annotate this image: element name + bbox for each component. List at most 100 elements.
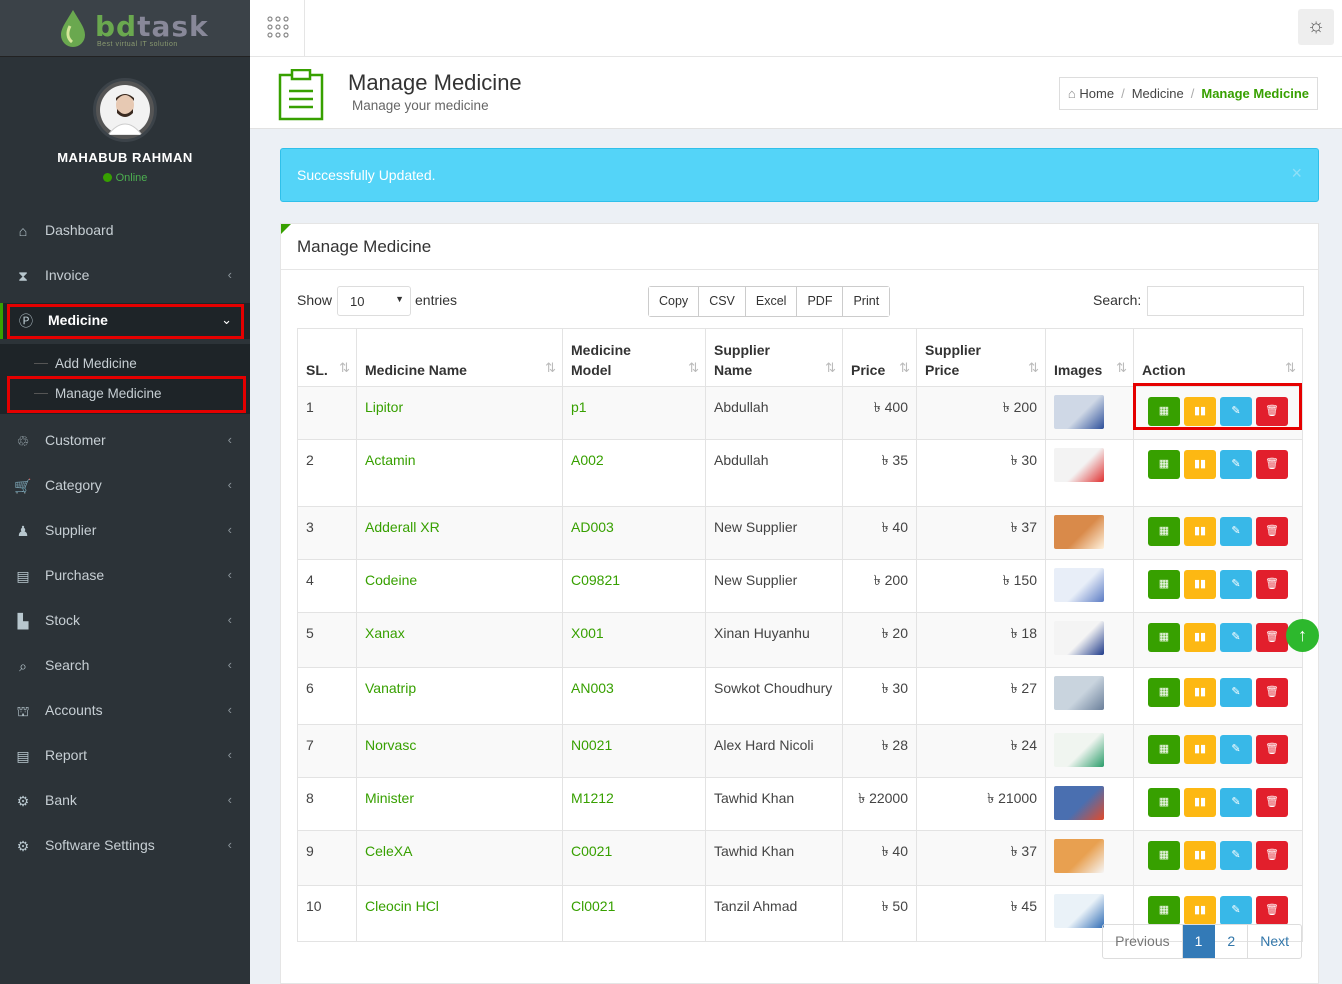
barcode-button[interactable]: ▦ — [1148, 450, 1180, 479]
barcode-button[interactable]: ▦ — [1148, 678, 1180, 707]
cell-medicine-name[interactable]: Norvasc — [356, 724, 563, 778]
edit-button[interactable]: ✎ — [1220, 788, 1252, 817]
cell-medicine-model[interactable]: A002 — [562, 439, 706, 507]
delete-button[interactable]: 🗑 — [1256, 678, 1288, 707]
print-button[interactable]: Print — [843, 287, 890, 316]
page-1-button[interactable]: 1 — [1182, 925, 1216, 958]
breadcrumb-home[interactable]: Home — [1079, 86, 1114, 101]
sidebar-item-customer[interactable]: ♲ Customer ‹ — [0, 423, 250, 459]
label-button[interactable]: ▮▮ — [1184, 570, 1216, 599]
previous-button[interactable]: Previous — [1103, 925, 1183, 958]
medicine-image[interactable] — [1054, 786, 1104, 820]
medicine-image[interactable] — [1054, 515, 1104, 549]
sidebar-item-bank[interactable]: ⚙ Bank ‹ — [0, 783, 250, 819]
medicine-image[interactable] — [1054, 733, 1104, 767]
delete-button[interactable]: 🗑 — [1256, 735, 1288, 764]
label-button[interactable]: ▮▮ — [1184, 517, 1216, 546]
col-sl[interactable]: SL. ⇅ — [297, 328, 357, 387]
cell-medicine-name[interactable]: Minister — [356, 777, 563, 831]
col-medicine-model[interactable]: Medicine Model ⇅ — [562, 328, 706, 387]
sidebar-subitem-add-medicine[interactable]: Add Medicine — [0, 349, 250, 379]
barcode-button[interactable]: ▦ — [1148, 896, 1180, 925]
barcode-button[interactable]: ▦ — [1148, 841, 1180, 870]
medicine-image[interactable] — [1054, 839, 1104, 873]
cell-medicine-model[interactable]: Cl0021 — [562, 885, 706, 942]
edit-button[interactable]: ✎ — [1220, 841, 1252, 870]
edit-button[interactable]: ✎ — [1220, 896, 1252, 925]
label-button[interactable]: ▮▮ — [1184, 841, 1216, 870]
delete-button[interactable]: 🗑 — [1256, 841, 1288, 870]
sidebar-item-stock[interactable]: ▙ Stock ‹ — [0, 603, 250, 639]
barcode-button[interactable]: ▦ — [1148, 735, 1180, 764]
breadcrumb-medicine[interactable]: Medicine — [1132, 86, 1184, 101]
delete-button[interactable]: 🗑 — [1256, 896, 1288, 925]
cell-medicine-model[interactable]: AD003 — [562, 506, 706, 560]
edit-button[interactable]: ✎ — [1220, 735, 1252, 764]
excel-button[interactable]: Excel — [745, 287, 798, 316]
copy-button[interactable]: Copy — [649, 287, 700, 316]
sidebar-item-software-settings[interactable]: ⚙ Software Settings ‹ — [0, 828, 250, 864]
cell-medicine-model[interactable]: p1 — [562, 386, 706, 440]
barcode-button[interactable]: ▦ — [1148, 788, 1180, 817]
medicine-image[interactable] — [1054, 676, 1104, 710]
cell-medicine-name[interactable]: Codeine — [356, 559, 563, 613]
label-button[interactable]: ▮▮ — [1184, 735, 1216, 764]
medicine-image[interactable] — [1054, 568, 1104, 602]
sidebar-item-invoice[interactable]: ⧗ Invoice ‹ — [0, 258, 250, 294]
cell-medicine-model[interactable]: C09821 — [562, 559, 706, 613]
pdf-button[interactable]: PDF — [797, 287, 844, 316]
cell-medicine-name[interactable]: Actamin — [356, 439, 563, 507]
sidebar-item-dashboard[interactable]: ⌂ Dashboard — [0, 213, 250, 249]
sidebar-item-accounts[interactable]: ⛫ Accounts ‹ — [0, 693, 250, 729]
delete-button[interactable]: 🗑 — [1256, 517, 1288, 546]
col-supplier-name[interactable]: Supplier Name ⇅ — [705, 328, 843, 387]
edit-button[interactable]: ✎ — [1220, 450, 1252, 479]
delete-button[interactable]: 🗑 — [1256, 788, 1288, 817]
cell-medicine-model[interactable]: C0021 — [562, 830, 706, 886]
cell-medicine-name[interactable]: Vanatrip — [356, 667, 563, 725]
cell-medicine-name[interactable]: Cleocin HCl — [356, 885, 563, 942]
scroll-top-button[interactable]: ↑ — [1286, 619, 1319, 652]
barcode-button[interactable]: ▦ — [1148, 517, 1180, 546]
medicine-image[interactable] — [1054, 395, 1104, 429]
page-2-button[interactable]: 2 — [1215, 925, 1249, 958]
delete-button[interactable]: 🗑 — [1256, 570, 1288, 599]
theme-toggle-button[interactable]: ☼ — [1298, 9, 1334, 45]
barcode-button[interactable]: ▦ — [1148, 570, 1180, 599]
edit-button[interactable]: ✎ — [1220, 570, 1252, 599]
next-button[interactable]: Next — [1248, 925, 1301, 958]
medicine-image[interactable] — [1054, 621, 1104, 655]
label-button[interactable]: ▮▮ — [1184, 623, 1216, 652]
barcode-button[interactable]: ▦ — [1148, 623, 1180, 652]
sidebar-item-search[interactable]: ⌕ Search ‹ — [0, 648, 250, 684]
csv-button[interactable]: CSV — [699, 287, 746, 316]
delete-button[interactable]: 🗑 — [1256, 450, 1288, 479]
medicine-image[interactable] — [1054, 894, 1104, 928]
cell-medicine-model[interactable]: X001 — [562, 612, 706, 668]
label-button[interactable]: ▮▮ — [1184, 678, 1216, 707]
sidebar-item-purchase[interactable]: ▤ Purchase ‹ — [0, 558, 250, 594]
label-button[interactable]: ▮▮ — [1184, 450, 1216, 479]
apps-grid-button[interactable] — [250, 0, 305, 57]
col-images[interactable]: Images ⇅ — [1045, 328, 1134, 387]
label-button[interactable]: ▮▮ — [1184, 896, 1216, 925]
cell-medicine-model[interactable]: N0021 — [562, 724, 706, 778]
edit-button[interactable]: ✎ — [1220, 678, 1252, 707]
edit-button[interactable]: ✎ — [1220, 623, 1252, 652]
delete-button[interactable]: 🗑 — [1256, 623, 1288, 652]
close-icon[interactable]: × — [1291, 163, 1302, 184]
cell-medicine-name[interactable]: Lipitor — [356, 386, 563, 440]
cell-medicine-model[interactable]: M1212 — [562, 777, 706, 831]
page-size-select[interactable]: 10 ▼ — [337, 286, 411, 316]
col-price[interactable]: Price ⇅ — [842, 328, 917, 387]
sidebar-item-supplier[interactable]: ♟ Supplier ‹ — [0, 513, 250, 549]
logo[interactable]: bdtask Best virtual IT solution — [0, 0, 250, 57]
cell-medicine-name[interactable]: CeleXA — [356, 830, 563, 886]
cell-medicine-name[interactable]: Adderall XR — [356, 506, 563, 560]
cell-medicine-name[interactable]: Xanax — [356, 612, 563, 668]
sidebar-item-report[interactable]: ▤ Report ‹ — [0, 738, 250, 774]
edit-button[interactable]: ✎ — [1220, 517, 1252, 546]
avatar[interactable] — [93, 78, 157, 142]
col-action[interactable]: Action ⇅ — [1133, 328, 1303, 387]
cell-medicine-model[interactable]: AN003 — [562, 667, 706, 725]
